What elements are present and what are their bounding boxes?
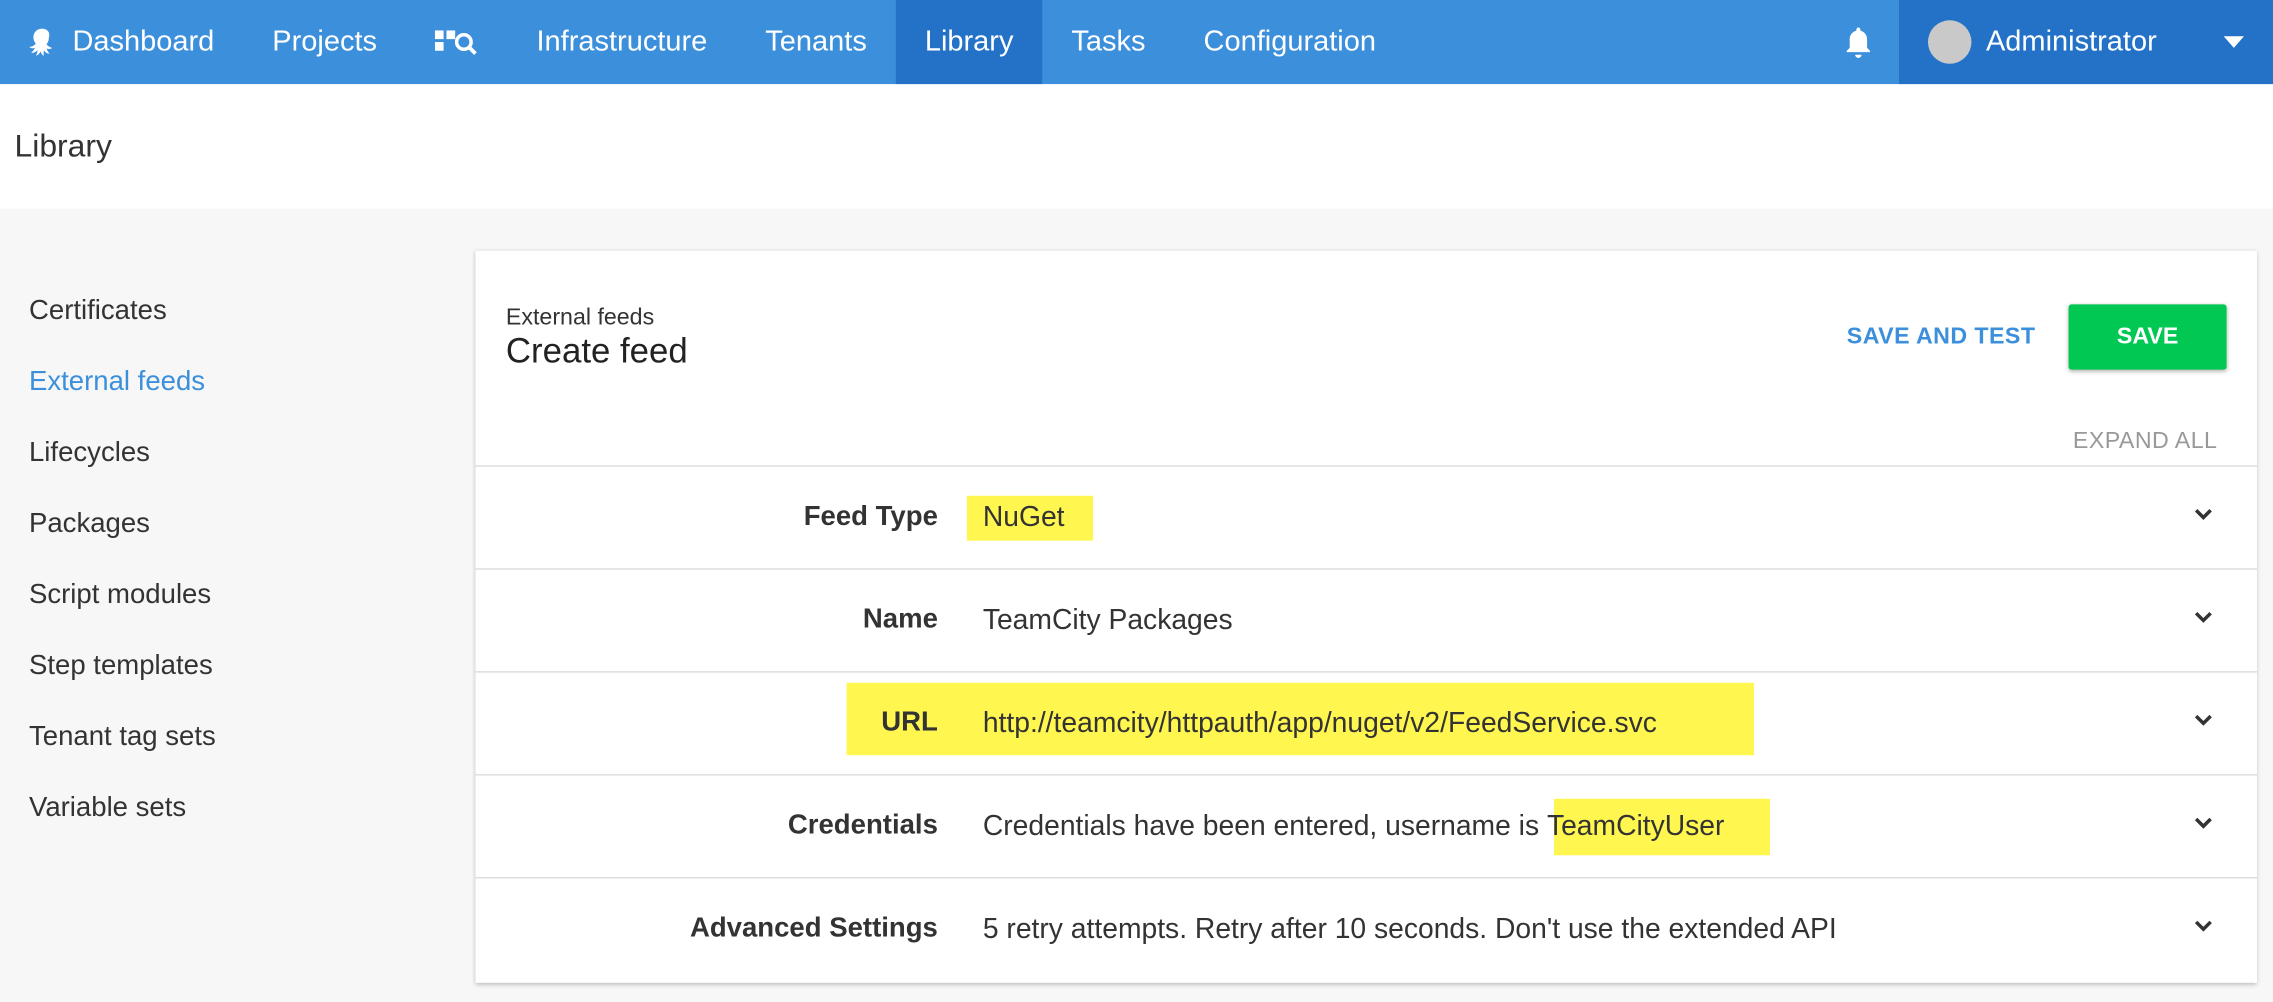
user-name: Administrator: [1985, 25, 2157, 58]
search-dashboard-icon: [435, 30, 477, 55]
card-title: Create feed: [505, 331, 688, 372]
nav-label: Tasks: [1071, 25, 1146, 58]
name-value: TeamCity Packages: [982, 603, 1233, 636]
nav-label: Tenants: [765, 25, 867, 58]
nav-library[interactable]: Library: [895, 0, 1043, 85]
nav-infrastructure[interactable]: Infrastructure: [507, 0, 736, 84]
sidebar-item-script-modules[interactable]: Script modules: [29, 580, 216, 651]
row-label: Advanced Settings: [689, 913, 938, 944]
feed-type-value: NuGet: [982, 500, 1065, 533]
bell-icon: [1846, 27, 1870, 58]
page-header: Library: [0, 84, 2273, 209]
nav-label: Infrastructure: [536, 25, 708, 58]
user-menu[interactable]: Administrator: [1898, 0, 2273, 85]
credentials-text: Credentials have been entered, username …: [982, 809, 1547, 842]
nav-projects[interactable]: Projects: [243, 0, 406, 84]
chevron-down-icon[interactable]: [2193, 710, 2213, 730]
credentials-row[interactable]: Credentials Credentials have been entere…: [475, 776, 2258, 879]
nav-label: Configuration: [1203, 25, 1376, 58]
name-row[interactable]: Name TeamCity Packages: [475, 570, 2258, 673]
breadcrumb[interactable]: External feeds: [506, 306, 654, 332]
expand-all-button[interactable]: EXPAND ALL: [2073, 429, 2217, 455]
nav-configuration[interactable]: Configuration: [1175, 0, 1405, 84]
sidebar-item-lifecycles[interactable]: Lifecycles: [29, 438, 216, 509]
avatar: [1927, 20, 1972, 64]
save-button[interactable]: SAVE: [2068, 304, 2227, 370]
create-feed-card: External feeds Create feed SAVE AND TEST…: [475, 250, 2258, 983]
chevron-down-icon[interactable]: [2193, 916, 2213, 936]
row-label: Feed Type: [803, 501, 938, 533]
sidebar-item-external-feeds[interactable]: External feeds: [29, 367, 216, 438]
sidebar-item-tenant-tag-sets[interactable]: Tenant tag sets: [29, 722, 216, 793]
advanced-settings-row[interactable]: Advanced Settings 5 retry attempts. Retr…: [475, 878, 2257, 981]
main-content: Certificates External feeds Lifecycles P…: [0, 209, 2273, 1002]
nav-tenants[interactable]: Tenants: [736, 0, 896, 84]
chevron-down-icon[interactable]: [2193, 607, 2213, 627]
chevron-down-icon[interactable]: [2193, 504, 2213, 524]
page-title: Library: [14, 127, 112, 164]
card-header: External feeds Create feed SAVE AND TEST…: [475, 251, 2258, 467]
chevron-down-icon: [2223, 36, 2244, 48]
url-value: http://teamcity/httpauth/app/nuget/v2/Fe…: [982, 706, 1657, 739]
credentials-value: Credentials have been entered, username …: [983, 776, 1725, 877]
save-and-test-button[interactable]: SAVE AND TEST: [1847, 325, 2036, 351]
sidebar-item-packages[interactable]: Packages: [29, 509, 216, 580]
sidebar-item-certificates[interactable]: Certificates: [29, 296, 216, 367]
credentials-username: TeamCityUser: [1546, 809, 1725, 842]
url-row[interactable]: URL http://teamcity/httpauth/app/nuget/v…: [475, 673, 2258, 776]
feed-type-row[interactable]: Feed Type NuGet: [475, 467, 2258, 570]
nav-search-dashboard[interactable]: [406, 0, 507, 84]
notifications-button[interactable]: [1818, 0, 1899, 84]
nav-label: Library: [924, 25, 1014, 58]
chevron-down-icon[interactable]: [2193, 813, 2213, 833]
sidebar-item-variable-sets[interactable]: Variable sets: [29, 793, 216, 864]
nav-label: Projects: [272, 25, 378, 58]
library-sidebar: Certificates External feeds Lifecycles P…: [29, 296, 216, 864]
top-navigation: Dashboard Projects Infrastructure Tenant…: [0, 0, 2273, 85]
octopus-logo-icon: [29, 28, 53, 56]
nav-label: Dashboard: [72, 25, 215, 58]
sidebar-item-step-templates[interactable]: Step templates: [29, 651, 216, 722]
row-label: URL: [881, 707, 938, 738]
advanced-settings-value: 5 retry attempts. Retry after 10 seconds…: [982, 912, 1837, 945]
row-label: Name: [862, 604, 938, 635]
nav-dashboard[interactable]: Dashboard: [0, 0, 243, 84]
nav-tasks[interactable]: Tasks: [1042, 0, 1174, 84]
row-label: Credentials: [787, 810, 938, 841]
